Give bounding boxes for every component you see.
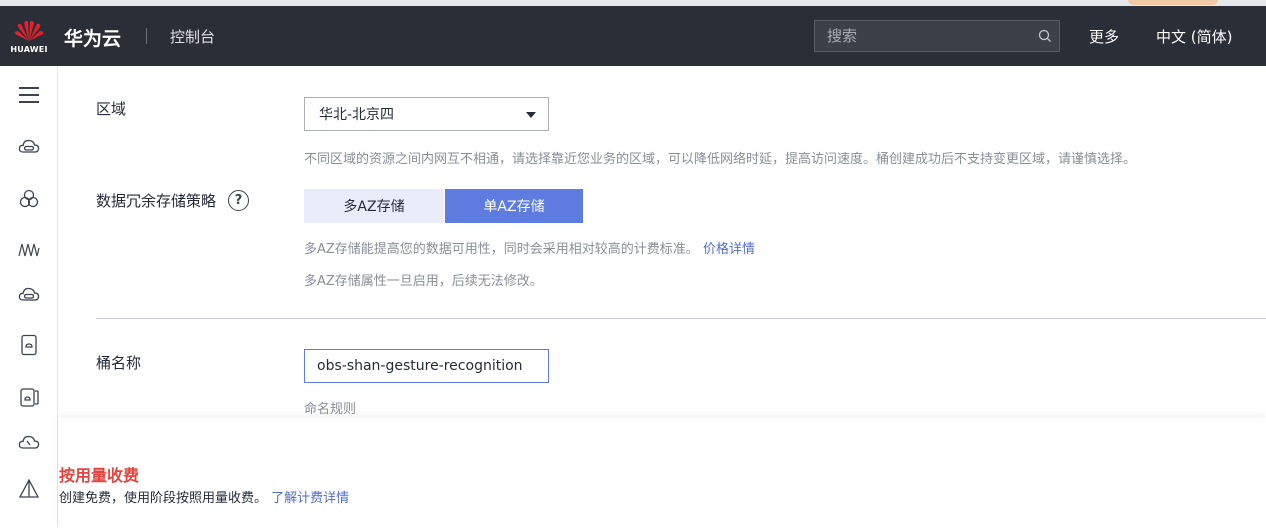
bucket-name-input[interactable] <box>304 349 549 383</box>
huawei-logo[interactable]: HUAWEI <box>0 6 58 66</box>
header-divider <box>146 28 147 44</box>
redundancy-label: 数据冗余存储策略 <box>96 192 217 210</box>
browser-tab-hint <box>1128 0 1218 5</box>
naming-rules-link[interactable]: 命名规则 <box>304 398 356 417</box>
waveform-icon[interactable] <box>14 234 44 264</box>
browser-edge <box>0 0 1266 6</box>
billing-details-link[interactable]: 了解计费详情 <box>271 491 349 506</box>
bucket-name-label: 桶名称 <box>96 354 142 372</box>
more-menu[interactable]: 更多 <box>1089 26 1119 47</box>
huawei-flower-icon <box>14 20 44 41</box>
multi-az-option[interactable]: 多AZ存储 <box>304 189 444 223</box>
region-select[interactable]: 华北-北京四 <box>304 97 549 131</box>
region-label: 区域 <box>96 100 127 118</box>
top-navigation-bar: HUAWEI 华为云 控制台 更多 中文 (简体) <box>0 0 1266 66</box>
redundancy-hint: 多AZ存储能提高您的数据可用性，同时会采用相对较高的计费标准。 价格详情 <box>304 238 755 257</box>
billing-panel <box>58 418 1266 528</box>
billing-title: 按用量收费 <box>59 466 140 485</box>
cloud-speed-icon[interactable] <box>14 428 44 458</box>
devices-icon[interactable] <box>14 382 44 412</box>
search-icon[interactable] <box>1031 21 1059 51</box>
language-selector[interactable]: 中文 (简体) <box>1156 26 1232 47</box>
single-az-option[interactable]: 单AZ存储 <box>445 189 583 223</box>
region-selected-value: 华北-北京四 <box>319 107 395 123</box>
menu-icon[interactable] <box>14 80 44 110</box>
brand-title[interactable]: 华为云 <box>64 24 121 51</box>
service-sidebar <box>0 66 58 528</box>
tent-icon[interactable] <box>14 474 44 504</box>
search-input[interactable] <box>815 27 1031 45</box>
chevron-down-icon <box>526 112 536 118</box>
billing-desc-text: 创建免费，使用阶段按照用量收费。 <box>59 491 268 506</box>
cluster-icon[interactable] <box>14 184 44 214</box>
billing-description: 创建免费，使用阶段按照用量收费。 了解计费详情 <box>59 487 349 506</box>
console-link[interactable]: 控制台 <box>170 26 215 47</box>
logo-text: HUAWEI <box>10 44 48 54</box>
cloud-storage-icon[interactable] <box>14 280 44 310</box>
region-hint: 不同区域的资源之间内网互不相通，请选择靠近您业务的区域，可以降低网络时延，提高访… <box>304 152 1137 167</box>
price-details-link[interactable]: 价格详情 <box>703 242 755 257</box>
cloud-storage-icon[interactable] <box>14 132 44 162</box>
search-box[interactable] <box>814 20 1060 52</box>
redundancy-hint-text: 多AZ存储能提高您的数据可用性，同时会采用相对较高的计费标准。 <box>304 242 699 257</box>
section-divider <box>96 318 1266 319</box>
redundancy-note: 多AZ存储属性一旦启用，后续无法修改。 <box>304 274 543 289</box>
device-icon[interactable] <box>14 330 44 360</box>
help-icon[interactable]: ? <box>228 190 249 211</box>
